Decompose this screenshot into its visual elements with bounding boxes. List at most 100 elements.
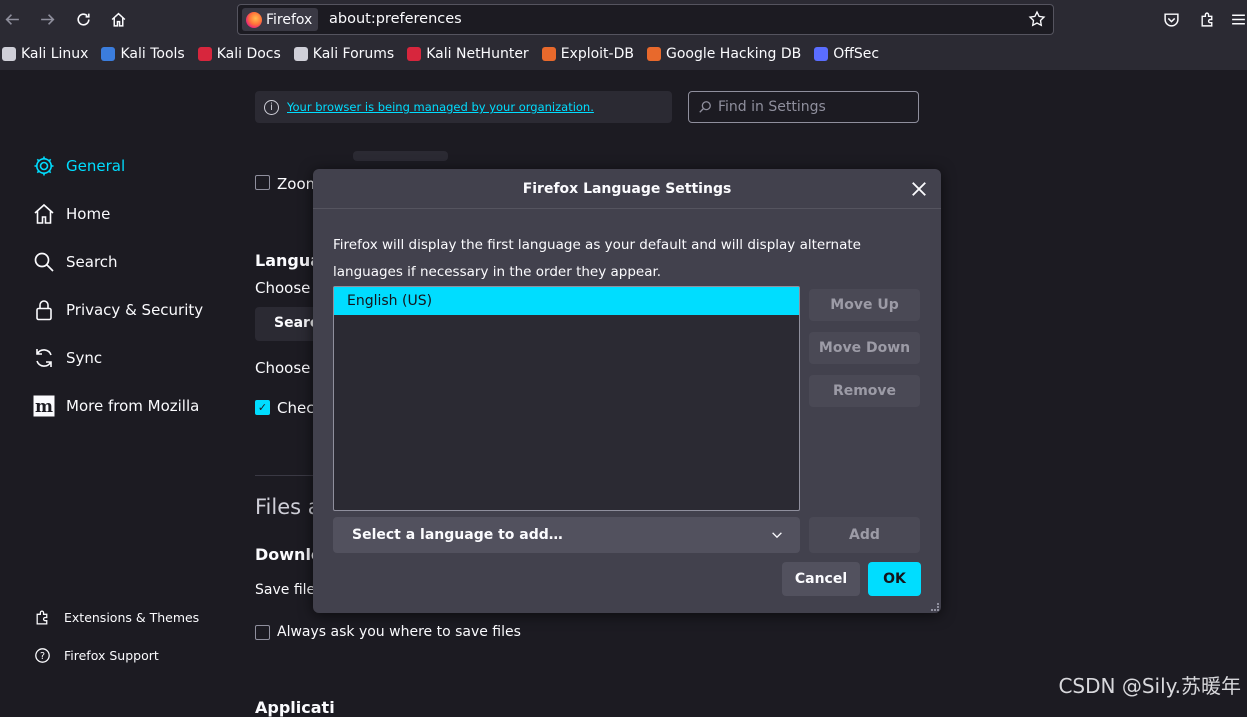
category-label: Sync: [66, 349, 102, 367]
offsec-icon: [814, 47, 828, 61]
spellcheck-checkbox[interactable]: ✓: [255, 400, 270, 415]
find-in-settings-input[interactable]: Find in Settings: [688, 91, 919, 123]
bookmark-item[interactable]: OffSec: [814, 46, 879, 62]
reload-icon: [75, 11, 92, 28]
bookmark-item[interactable]: Exploit-DB: [542, 46, 634, 62]
bookmark-item[interactable]: Kali Docs: [198, 46, 281, 62]
bookmark-item[interactable]: Kali Tools: [101, 46, 184, 62]
category-label: More from Mozilla: [66, 397, 199, 415]
bookmark-label: Google Hacking DB: [666, 46, 801, 62]
lock-icon: [32, 298, 56, 322]
firefox-logo-icon: [246, 12, 262, 28]
app-menu-button[interactable]: [1230, 7, 1247, 31]
always-ask-label: Always ask you where to save files: [277, 624, 521, 640]
puzzle-icon: [34, 609, 51, 626]
dialog-description: Firefox will display the first language …: [333, 232, 933, 286]
forward-button[interactable]: [35, 7, 59, 31]
bookmark-label: OffSec: [833, 46, 879, 62]
home-icon: [32, 202, 56, 226]
dialog-title: Firefox Language Settings: [313, 169, 941, 209]
select-placeholder: Select a language to add…: [352, 527, 563, 543]
downloads-heading: Downlo: [255, 545, 322, 564]
bookmark-label: Kali NetHunter: [426, 46, 528, 62]
zoom-text-only-checkbox[interactable]: [255, 175, 270, 190]
home-button[interactable]: [106, 7, 130, 31]
home-icon: [110, 11, 127, 28]
puzzle-icon: [1199, 11, 1216, 28]
find-placeholder: Find in Settings: [718, 99, 826, 115]
category-privacy[interactable]: Privacy & Security: [32, 298, 203, 322]
kali-forums-icon: [294, 47, 308, 61]
ghdb-icon: [647, 47, 661, 61]
browser-toolbar: Firefox about:preferences: [0, 0, 1247, 38]
identity-label: Firefox: [266, 12, 312, 28]
close-icon[interactable]: [909, 179, 929, 199]
policy-notice: i Your browser is being managed by your …: [255, 91, 672, 123]
choose-language-text: Choose t: [255, 279, 321, 297]
extensions-button[interactable]: [1195, 7, 1219, 31]
nethunter-icon: [407, 47, 421, 61]
ok-button[interactable]: OK: [868, 562, 921, 596]
remove-button[interactable]: Remove: [809, 375, 920, 407]
category-label: Search: [66, 253, 118, 271]
gear-icon: [32, 154, 56, 178]
mozilla-m-icon: m: [32, 394, 56, 418]
policy-link[interactable]: Your browser is being managed by your or…: [287, 100, 594, 114]
bookmark-label: Kali Linux: [21, 46, 88, 62]
cancel-button[interactable]: Cancel: [782, 562, 860, 596]
bookmark-item[interactable]: Google Hacking DB: [647, 46, 801, 62]
resize-grip[interactable]: [931, 603, 939, 611]
category-home[interactable]: Home: [32, 202, 110, 226]
files-heading: Files a: [255, 495, 321, 519]
magnifier-icon: [32, 250, 56, 274]
move-down-button[interactable]: Move Down: [809, 332, 920, 364]
always-ask-checkbox[interactable]: [255, 625, 270, 640]
kali-dragon-icon: [2, 47, 16, 61]
kali-tools-icon: [101, 47, 115, 61]
category-search[interactable]: Search: [32, 250, 118, 274]
category-label: Home: [66, 205, 110, 223]
kali-docs-icon: [198, 47, 212, 61]
bookmarks-toolbar: Kali Linux Kali Tools Kali Docs Kali Forums…: [0, 38, 1247, 71]
category-more-from-mozilla[interactable]: m More from Mozilla: [32, 394, 199, 418]
hamburger-menu-icon: [1230, 11, 1247, 28]
chevron-down-icon: [770, 528, 784, 542]
pocket-button[interactable]: [1159, 7, 1183, 31]
language-item-selected[interactable]: English (US): [334, 287, 799, 315]
arrow-right-icon: [39, 11, 56, 28]
bookmark-label: Kali Tools: [120, 46, 184, 62]
add-button[interactable]: Add: [809, 517, 920, 553]
add-language-select[interactable]: Select a language to add…: [333, 517, 800, 553]
zoom-select[interactable]: [353, 151, 448, 161]
identity-box[interactable]: Firefox: [242, 8, 318, 31]
url-bar[interactable]: Firefox about:preferences: [237, 4, 1054, 35]
bookmark-item[interactable]: Kali NetHunter: [407, 46, 528, 62]
bookmark-item[interactable]: Kali Forums: [294, 46, 394, 62]
link-label: Firefox Support: [64, 648, 159, 663]
svg-text:m: m: [35, 397, 53, 417]
category-label: Privacy & Security: [66, 301, 203, 319]
search-icon: [698, 100, 712, 114]
exploit-db-icon: [542, 47, 556, 61]
help-icon: ?: [34, 647, 51, 664]
url-text[interactable]: about:preferences: [329, 11, 462, 27]
active-languages-list[interactable]: English (US): [333, 286, 800, 511]
bookmark-star-icon[interactable]: [1028, 10, 1046, 28]
language-heading: Langua: [255, 251, 321, 270]
category-label: General: [66, 157, 125, 175]
search-button-label: Searc: [274, 315, 318, 331]
link-extensions-themes[interactable]: Extensions & Themes: [34, 609, 199, 626]
applications-heading: Applicati: [255, 698, 335, 717]
category-general[interactable]: General: [32, 154, 125, 178]
sync-icon: [32, 346, 56, 370]
pocket-icon: [1163, 11, 1180, 28]
bookmark-label: Exploit-DB: [561, 46, 634, 62]
link-firefox-support[interactable]: ? Firefox Support: [34, 647, 159, 664]
bookmark-label: Kali Forums: [313, 46, 394, 62]
bookmark-item[interactable]: Kali Linux: [2, 46, 88, 62]
move-up-button[interactable]: Move Up: [809, 289, 920, 321]
reload-button[interactable]: [71, 7, 95, 31]
category-sync[interactable]: Sync: [32, 346, 102, 370]
link-label: Extensions & Themes: [64, 610, 199, 625]
back-button[interactable]: [0, 7, 24, 31]
